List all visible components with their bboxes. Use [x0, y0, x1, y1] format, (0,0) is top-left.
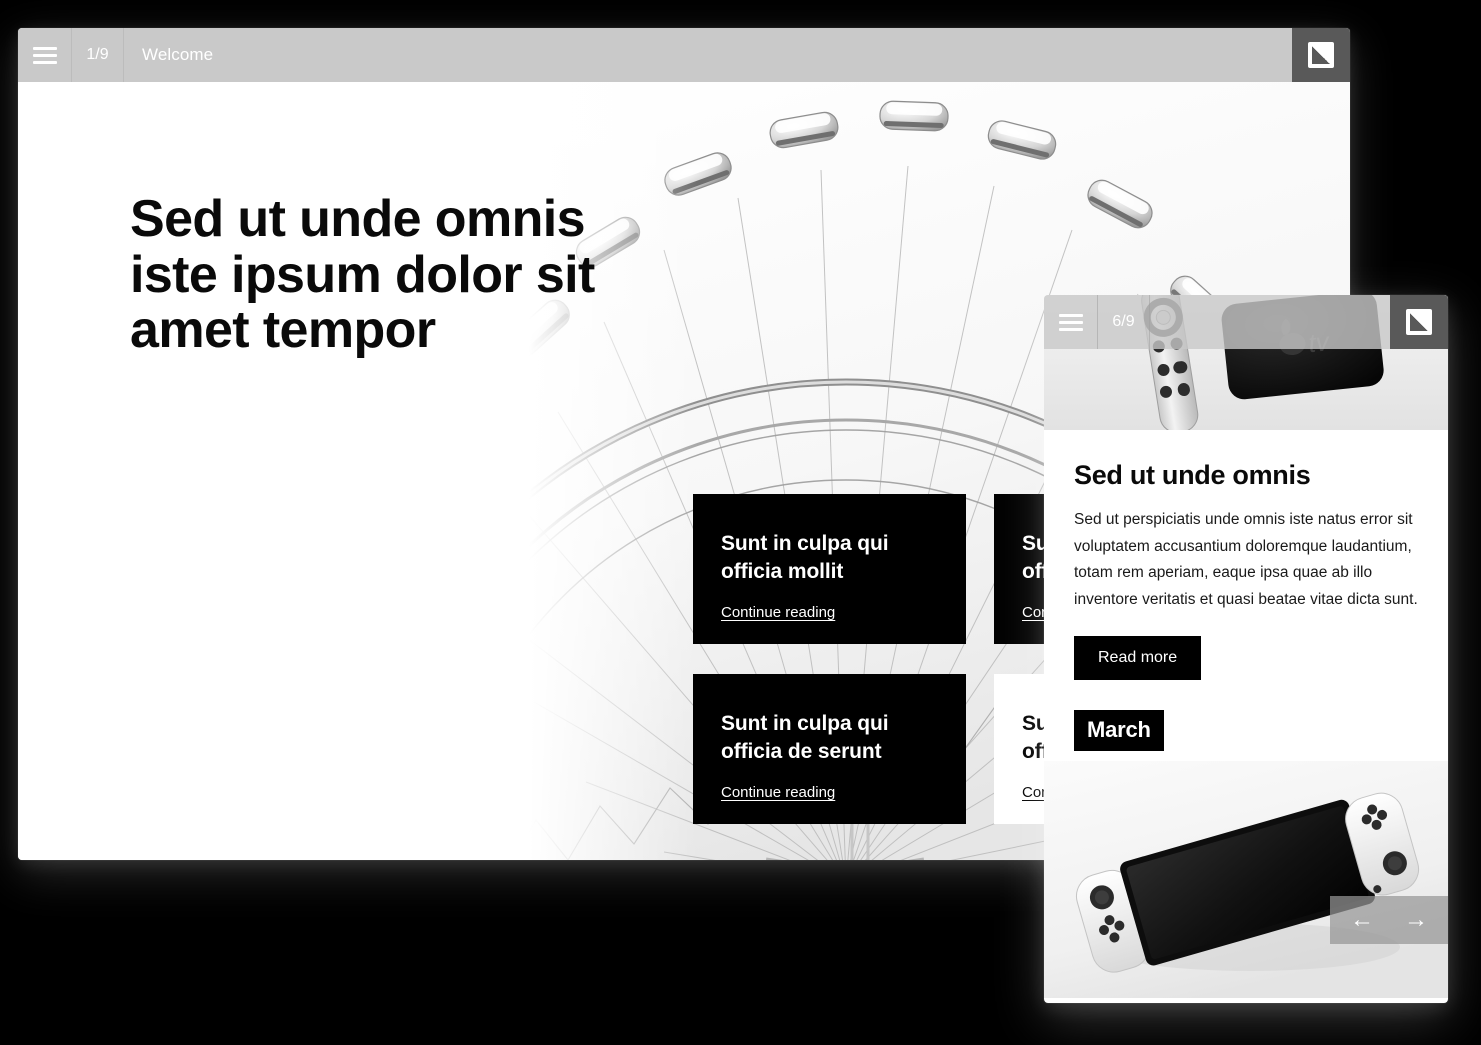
slide-headline: Sed ut unde omnis iste ipsum dolor sit a…: [130, 190, 595, 360]
continue-reading-link[interactable]: Continue reading: [721, 604, 938, 621]
hamburger-menu-icon: [32, 46, 57, 64]
slide-card-title: Sunt in culpa qui officia mollit: [721, 532, 889, 583]
continue-reading-link[interactable]: Continue reading: [721, 784, 938, 801]
menu-button[interactable]: [1044, 295, 1098, 349]
article-title: Sed ut unde omnis: [1074, 460, 1311, 490]
gallery-prev-arrow-icon[interactable]: ←: [1350, 907, 1374, 932]
overlay-article: Sed ut unde omnis Sed ut perspiciatis un…: [1044, 430, 1448, 751]
overlay-appbar: 6/9: [1044, 295, 1448, 349]
month-badge: March: [1074, 709, 1164, 751]
overlay-gallery: ← →: [1044, 760, 1448, 998]
appbar-spacer: [1150, 295, 1390, 349]
gallery-next-arrow-icon[interactable]: →: [1404, 907, 1428, 932]
screenshot-stage: 1/9 Welcome Sed ut unde omnis iste ipsum…: [0, 0, 1481, 1045]
slide-card[interactable]: Sunt in culpa qui officia de serunt Cont…: [693, 674, 966, 824]
read-more-button[interactable]: Read more: [1074, 635, 1202, 680]
page-indicator: 1/9: [72, 28, 124, 82]
slide-preview-button[interactable]: [1292, 28, 1350, 82]
slide-card[interactable]: Sunt in culpa qui officia mollit Continu…: [693, 494, 966, 644]
slide-preview-icon: [1406, 309, 1432, 335]
overlay-preview-window: tv: [1044, 295, 1448, 1003]
slide-card-title: Sunt in culpa qui officia de serunt: [721, 712, 889, 763]
page-indicator: 6/9: [1098, 295, 1150, 349]
main-appbar: 1/9 Welcome: [18, 28, 1350, 82]
slide-preview-button[interactable]: [1390, 295, 1448, 349]
hamburger-menu-icon: [1058, 313, 1083, 331]
article-body: Sed ut perspiciatis unde omnis iste natu…: [1074, 511, 1418, 609]
menu-button[interactable]: [18, 28, 72, 82]
page-title: Welcome: [142, 45, 214, 64]
gallery-navigation: ← →: [1330, 895, 1448, 944]
slide-preview-icon: [1308, 42, 1334, 68]
